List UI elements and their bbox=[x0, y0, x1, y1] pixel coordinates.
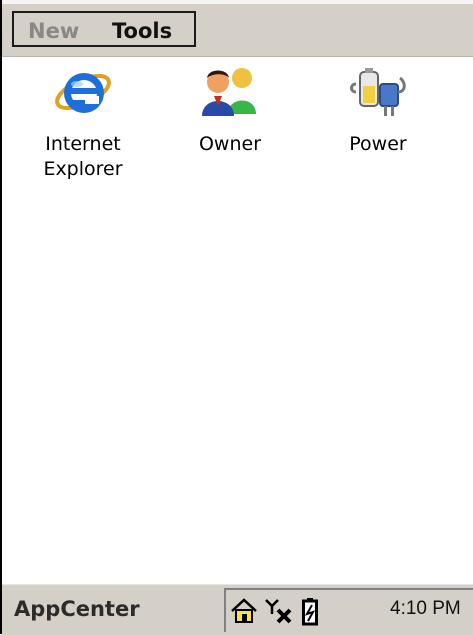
label-line-2: Explorer bbox=[43, 158, 123, 180]
label-line-1: Internet bbox=[45, 133, 121, 155]
menu-tools[interactable]: Tools bbox=[112, 18, 172, 44]
app-internet-explorer[interactable]: Internet Explorer bbox=[23, 62, 143, 182]
taskbar-title: AppCenter bbox=[14, 597, 140, 621]
app-label: Power bbox=[318, 132, 438, 157]
menu-new[interactable]: New bbox=[28, 18, 79, 44]
signal-off-icon[interactable] bbox=[264, 598, 294, 624]
home-icon[interactable] bbox=[230, 598, 258, 624]
menu-box: New Tools bbox=[12, 11, 196, 47]
menu-bar: New Tools bbox=[2, 0, 473, 57]
app-label: Internet Explorer bbox=[23, 132, 143, 182]
top-strip bbox=[2, 0, 473, 4]
app-owner[interactable]: Owner bbox=[170, 62, 290, 157]
app-label: Owner bbox=[170, 132, 290, 157]
taskbar: AppCenter 4:10 PM bbox=[2, 584, 473, 635]
label-line-1: Power bbox=[349, 133, 407, 155]
power-icon bbox=[350, 68, 406, 116]
system-tray: 4:10 PM bbox=[224, 588, 473, 632]
clock[interactable]: 4:10 PM bbox=[390, 598, 461, 620]
battery-icon[interactable] bbox=[302, 598, 318, 626]
owner-icon bbox=[202, 68, 256, 116]
label-line-1: Owner bbox=[198, 133, 262, 155]
app-power[interactable]: Power bbox=[318, 62, 438, 157]
internet-explorer-icon bbox=[55, 73, 111, 113]
screen: New Tools Internet Explorer Owner Power … bbox=[0, 0, 473, 635]
